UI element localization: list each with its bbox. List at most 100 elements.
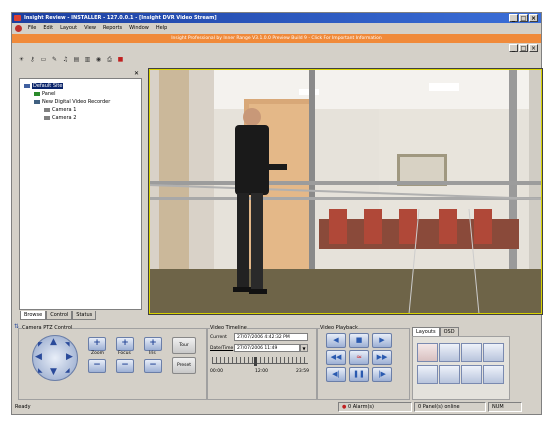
minimize-button[interactable]: _ bbox=[509, 14, 518, 22]
maximize-button[interactable]: □ bbox=[519, 14, 528, 22]
tree-item-dvr[interactable]: New Digital Video Recorder bbox=[34, 99, 110, 105]
date-dropdown-icon[interactable]: ▼ bbox=[300, 344, 308, 352]
child-restore-button[interactable]: □ bbox=[519, 44, 528, 52]
pin-icon[interactable]: ✕ bbox=[134, 70, 139, 77]
camera-icon bbox=[44, 115, 50, 120]
print-icon[interactable]: ⎙ bbox=[106, 56, 113, 63]
report-icon[interactable]: ▥ bbox=[84, 56, 91, 63]
pan-right-icon[interactable]: ▶ bbox=[66, 352, 73, 362]
tab-browse[interactable]: Browse bbox=[20, 311, 47, 320]
tree-item-site[interactable]: Default Site bbox=[24, 83, 64, 89]
ptz-dpad[interactable]: ▲ ▼ ◀ ▶ ◤ ◥ ◣ ◢ bbox=[32, 335, 78, 381]
layout-1plus5-button[interactable] bbox=[417, 365, 438, 384]
tour-button[interactable]: Tour bbox=[172, 337, 196, 354]
iris-open-button[interactable]: + bbox=[144, 337, 162, 351]
app-logo-icon bbox=[15, 25, 22, 32]
lightbulb-icon[interactable]: ☀ bbox=[18, 56, 25, 63]
play-button[interactable]: ▶ bbox=[372, 333, 392, 348]
tab-osd[interactable]: OSD bbox=[439, 327, 459, 336]
site-tree: ✕ Default Site Panel New Digital Video R… bbox=[19, 70, 142, 310]
focus-label: Focus bbox=[118, 351, 131, 356]
layout-4x4-button[interactable] bbox=[483, 343, 504, 362]
skip-back-button[interactable]: ◀| bbox=[326, 367, 346, 382]
alarm-icon: ● bbox=[342, 404, 347, 410]
focus-out-button[interactable]: − bbox=[116, 359, 134, 373]
pan-down-left-icon[interactable]: ◣ bbox=[38, 367, 43, 374]
iris-close-button[interactable]: − bbox=[144, 359, 162, 373]
menu-file[interactable]: File bbox=[28, 24, 36, 33]
panel-icon bbox=[34, 91, 40, 96]
live-button[interactable]: ≈ bbox=[349, 350, 369, 365]
pause-button[interactable]: ❚❚ bbox=[349, 367, 369, 382]
dvr-icon bbox=[34, 99, 40, 104]
exit-icon[interactable]: ■ bbox=[117, 56, 124, 63]
panels-online: 0 Panel(s) online bbox=[414, 402, 486, 412]
monitor-icon[interactable]: ▭ bbox=[40, 56, 47, 63]
pan-down-right-icon[interactable]: ◢ bbox=[65, 367, 70, 374]
pan-up-left-icon[interactable]: ◤ bbox=[38, 341, 43, 348]
date-time-label: Date/Time bbox=[210, 346, 234, 351]
camera-feed-image bbox=[149, 69, 542, 314]
tick-start: 00:00 bbox=[210, 369, 223, 374]
tree-item-camera-1[interactable]: Camera 1 bbox=[44, 107, 76, 113]
tab-control[interactable]: Control bbox=[46, 311, 73, 320]
layout-1plus7-button[interactable] bbox=[439, 365, 460, 384]
camera-icon[interactable]: ◉ bbox=[95, 56, 102, 63]
document-icon[interactable]: ▤ bbox=[73, 56, 80, 63]
menu-view[interactable]: View bbox=[84, 24, 96, 33]
preset-button[interactable]: Preset bbox=[172, 357, 196, 374]
tools-icon[interactable]: ✎ bbox=[51, 56, 58, 63]
fast-forward-button[interactable]: ▶▶ bbox=[372, 350, 392, 365]
grip-icon[interactable]: ⇅ bbox=[14, 323, 19, 330]
date-time-input[interactable]: 27/07/2006 11:49 bbox=[234, 344, 300, 352]
title-bar: Insight Review - INSTALLER - 127.0.0.1 -… bbox=[12, 13, 541, 23]
menu-edit[interactable]: Edit bbox=[43, 24, 53, 33]
zoom-out-button[interactable]: − bbox=[88, 359, 106, 373]
stop-button[interactable]: ■ bbox=[349, 333, 369, 348]
layout-2x2-button[interactable] bbox=[439, 343, 460, 362]
alarm-count: ● 0 Alarm(s) bbox=[338, 402, 412, 412]
current-time-field: 27/07/2006 4:42:32 PM bbox=[234, 333, 308, 341]
layout-custom-button[interactable] bbox=[483, 365, 504, 384]
current-label: Current bbox=[210, 335, 227, 340]
tree-item-camera-2[interactable]: Camera 2 bbox=[44, 115, 76, 121]
tick-mid: 12:00 bbox=[255, 369, 268, 374]
timeline-title: Video Timeline bbox=[210, 325, 247, 331]
layout-3x3-button[interactable] bbox=[461, 343, 482, 362]
menu-layout[interactable]: Layout bbox=[60, 24, 77, 33]
step-back-button[interactable]: ◀ bbox=[326, 333, 346, 348]
menu-window[interactable]: Window bbox=[129, 24, 149, 33]
key-icon[interactable]: ⚷ bbox=[29, 56, 36, 63]
pan-left-icon[interactable]: ◀ bbox=[35, 352, 42, 362]
site-icon bbox=[24, 83, 30, 88]
rewind-button[interactable]: ◀◀ bbox=[326, 350, 346, 365]
tour-label: Tour bbox=[179, 343, 189, 348]
skip-forward-button[interactable]: |▶ bbox=[372, 367, 392, 382]
close-button[interactable]: × bbox=[529, 14, 538, 22]
timeline-slider[interactable] bbox=[212, 357, 308, 367]
pan-up-icon[interactable]: ▲ bbox=[50, 337, 57, 347]
app-icon bbox=[14, 15, 21, 21]
menu-help[interactable]: Help bbox=[156, 24, 167, 33]
pan-down-icon[interactable]: ▼ bbox=[50, 367, 57, 377]
child-minimize-button[interactable]: _ bbox=[509, 44, 518, 52]
window-title: Insight Review - INSTALLER - 127.0.0.1 -… bbox=[24, 15, 217, 21]
tab-layouts[interactable]: Layouts bbox=[412, 327, 440, 336]
child-close-button[interactable]: × bbox=[529, 44, 538, 52]
menu-reports[interactable]: Reports bbox=[103, 24, 122, 33]
preset-label: Preset bbox=[176, 363, 192, 368]
camera-icon bbox=[44, 107, 50, 112]
timeline-thumb[interactable] bbox=[253, 357, 257, 366]
tab-status[interactable]: Status bbox=[72, 311, 97, 320]
menu-bar: File Edit Layout View Reports Window Hel… bbox=[12, 24, 541, 33]
panel-tabs: Browse Control Status bbox=[20, 311, 97, 320]
zoom-in-button[interactable]: + bbox=[88, 337, 106, 351]
layout-1x1-button[interactable] bbox=[417, 343, 438, 362]
pan-up-right-icon[interactable]: ◥ bbox=[65, 341, 70, 348]
layout-1plus12-button[interactable] bbox=[461, 365, 482, 384]
alarm-icon[interactable]: ♫ bbox=[62, 56, 69, 63]
tree-item-panel[interactable]: Panel bbox=[34, 91, 56, 97]
info-banner[interactable]: Insight Professional by Inner Range V3.1… bbox=[12, 34, 541, 43]
focus-in-button[interactable]: + bbox=[116, 337, 134, 351]
video-view[interactable] bbox=[148, 68, 543, 315]
